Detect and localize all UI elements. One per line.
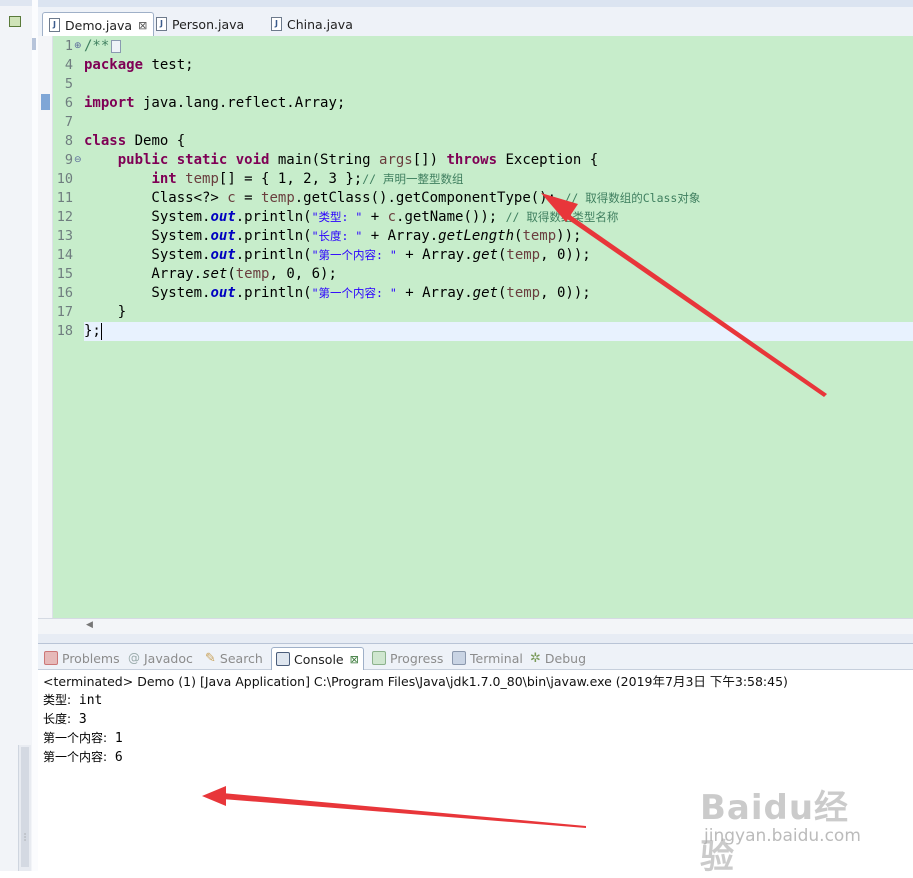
tab-progress[interactable]: Progress [368, 647, 443, 669]
tab-label: Debug [544, 650, 587, 666]
code-text-area[interactable]: /** package test; import java.lang.refle… [84, 36, 913, 618]
tab-china-java[interactable]: J China.java [265, 12, 353, 36]
scrollbar-thumb[interactable] [21, 747, 29, 867]
tab-problems[interactable]: Problems [40, 647, 120, 669]
tab-terminal[interactable]: Terminal [448, 647, 523, 669]
tab-label: Problems [62, 650, 120, 666]
line-number: 9 [64, 152, 73, 168]
line-number: 12 [56, 209, 73, 225]
tab-label: Javadoc [144, 650, 193, 666]
code-line-1: /** [84, 37, 122, 56]
code-line-14: System.out.println("第一个内容: " + Array.get… [84, 247, 591, 263]
problems-icon [44, 651, 58, 665]
editor-header-strip [38, 0, 913, 7]
line-number: 17 [56, 304, 73, 320]
code-line-4: package test; [84, 57, 194, 73]
restore-view-icon[interactable] [9, 16, 21, 27]
tab-label: Person.java [172, 16, 245, 32]
line-number: 5 [64, 76, 73, 92]
horizontal-scrollbar[interactable]: ◀ [38, 618, 913, 635]
line-number: 10 [56, 171, 73, 187]
code-line-9: public static void main(String args[]) t… [117, 152, 599, 168]
progress-icon [372, 651, 386, 665]
code-line-15: Array.set(temp, 0, 6); [84, 266, 337, 282]
java-file-icon: J [156, 17, 167, 31]
console-output-line: 类型: int [43, 693, 103, 708]
tab-debug[interactable]: ✲ Debug [528, 647, 586, 669]
close-tab-icon[interactable]: ⊠ [350, 653, 359, 666]
java-file-icon: J [49, 18, 60, 32]
line-number: 16 [56, 285, 73, 301]
vertical-scrollbar[interactable]: · · · [18, 745, 31, 871]
code-line-6: import java.lang.reflect.Array; [84, 95, 346, 111]
console-output-line: 第一个内容: 1 [43, 731, 123, 746]
code-line-16: System.out.println("第一个内容: " + Array.get… [84, 285, 591, 301]
text-caret [101, 323, 102, 340]
code-editor[interactable]: 1 ⊕ 4 5 6 7 8 9 ⊖ 10 11 12 13 14 15 16 1… [38, 36, 913, 618]
minimized-view-icon[interactable] [32, 38, 36, 50]
line-number: 1 [64, 38, 73, 54]
code-line-13: System.out.println("长度: " + Array.getLen… [84, 228, 582, 244]
tab-demo-java[interactable]: J Demo.java ⊠ [42, 12, 155, 37]
line-number-gutter: 1 ⊕ 4 5 6 7 8 9 ⊖ 10 11 12 13 14 15 16 1… [52, 36, 82, 618]
tab-label: Demo.java [65, 17, 133, 33]
expand-fold-icon[interactable]: ⊕ [74, 42, 82, 51]
baidu-watermark: Baidu经验 jingyan.baidu.com [700, 780, 870, 877]
tab-label: Progress [390, 650, 444, 666]
search-icon: ✎ [205, 650, 216, 666]
console-tab-bar: Problems @ Javadoc ✎ Search Console ⊠ Pr… [38, 644, 913, 670]
tab-console[interactable]: Console ⊠ [271, 647, 364, 670]
terminal-icon [452, 651, 466, 665]
line-number: 14 [56, 247, 73, 263]
code-line-8: class Demo { [84, 133, 186, 149]
debug-bug-icon: ✲ [530, 650, 541, 666]
code-line-18: }; [84, 323, 101, 339]
code-line-12: System.out.println("类型: " + c.getName())… [84, 209, 619, 225]
watermark-url: jingyan.baidu.com [704, 826, 861, 846]
line-number: 4 [64, 57, 73, 73]
line-number: 15 [56, 266, 73, 282]
line-number: 6 [64, 95, 73, 111]
tab-label: Search [219, 650, 263, 666]
tab-label: Terminal [470, 650, 523, 666]
line-number: 7 [64, 114, 73, 130]
code-line-17: } [84, 304, 127, 320]
change-marker[interactable] [41, 94, 50, 110]
tab-javadoc[interactable]: @ Javadoc [126, 647, 193, 669]
console-status-title: <terminated> Demo (1) [Java Application]… [43, 674, 788, 689]
console-output-line: 第一个内容: 6 [43, 750, 123, 765]
line-number: 11 [56, 190, 73, 206]
scrollbar-grip-icon: · · · [23, 830, 27, 845]
console-icon [276, 652, 290, 666]
tab-label: China.java [287, 16, 353, 32]
scroll-left-icon[interactable]: ◀ [86, 620, 93, 630]
left-panel-header [0, 0, 32, 6]
javadoc-icon: @ [128, 651, 140, 665]
line-number: 8 [64, 133, 73, 149]
code-line-10: int temp[] = { 1, 2, 3 };// 声明一整型数组 [151, 171, 464, 187]
code-line-11: Class<?> c = temp.getClass().getComponen… [84, 190, 701, 206]
collapse-fold-icon[interactable]: ⊖ [74, 156, 82, 165]
tab-person-java[interactable]: J Person.java [150, 12, 244, 36]
editor-tab-bar: J Demo.java ⊠ J Person.java J China.java [38, 7, 913, 37]
panel-separator [38, 634, 913, 643]
console-output-line: 长度: 3 [43, 712, 87, 727]
left-panel-strip: · · · [0, 0, 33, 871]
editor-overview-ruler [38, 36, 53, 618]
folded-comment-icon[interactable] [111, 39, 122, 53]
java-file-icon: J [271, 17, 282, 31]
tab-label: Console [294, 651, 344, 667]
line-number: 13 [56, 228, 73, 244]
close-tab-icon[interactable]: ⊠ [138, 19, 147, 32]
tab-search[interactable]: ✎ Search [203, 647, 263, 669]
line-number: 18 [56, 323, 73, 339]
